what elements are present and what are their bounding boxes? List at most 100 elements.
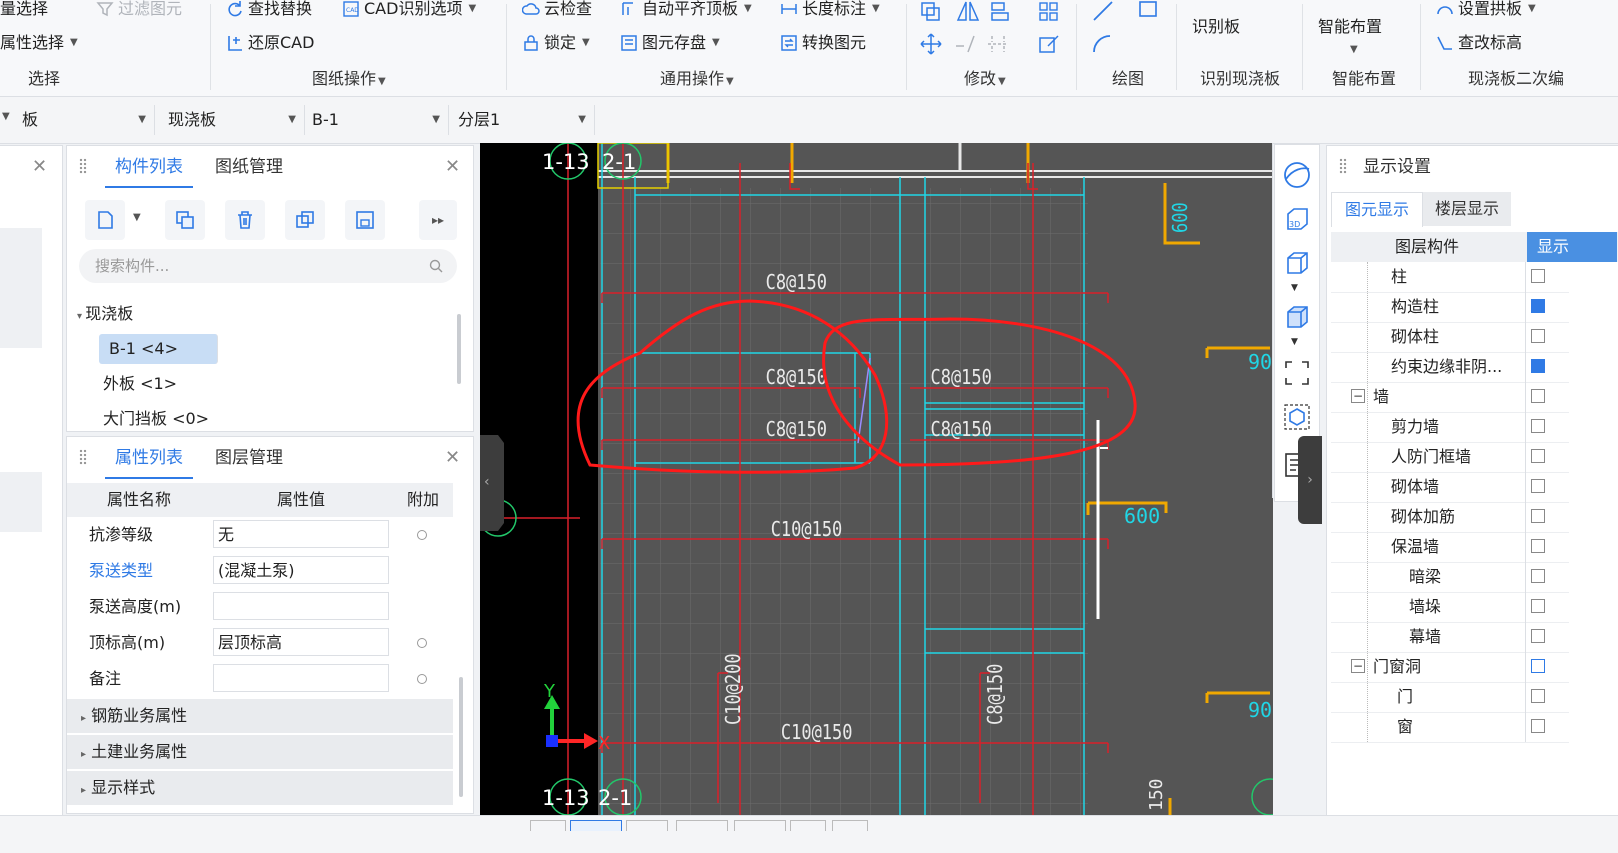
filter-elements-button[interactable]: 过滤图元 xyxy=(96,0,182,22)
save-element-button[interactable]: 图元存盘 ▼ xyxy=(620,30,720,56)
drag-handle-icon[interactable] xyxy=(1339,158,1347,174)
find-replace-button[interactable]: 查找替换 xyxy=(226,0,312,22)
cube-view-icon[interactable] xyxy=(1283,249,1311,277)
chevron-down-icon[interactable]: ▼ xyxy=(133,212,141,223)
expand-right-panel-button[interactable]: › xyxy=(1298,436,1322,524)
tab-drawing-manage[interactable]: 图纸管理 xyxy=(205,146,293,188)
collapse-icon[interactable]: − xyxy=(1351,389,1365,403)
chevron-down-icon[interactable]: ▼ xyxy=(1291,337,1298,347)
prop-value-field[interactable] xyxy=(213,664,389,692)
show-checkbox[interactable] xyxy=(1531,629,1545,643)
tab-component-list[interactable]: 构件列表 xyxy=(105,146,193,188)
new-component-button[interactable] xyxy=(85,200,125,240)
batch-select-button[interactable]: 量选择 xyxy=(0,0,48,22)
orbit-icon[interactable] xyxy=(1283,161,1311,189)
search-icon[interactable] xyxy=(429,259,443,273)
close-icon[interactable]: ✕ xyxy=(32,156,47,177)
show-checkbox[interactable] xyxy=(1531,359,1545,373)
prop-value-field[interactable]: (混凝土泵) xyxy=(213,556,389,584)
identify-slab-button[interactable]: 识别板 xyxy=(1192,14,1240,40)
show-checkbox[interactable] xyxy=(1531,689,1545,703)
status-button[interactable] xyxy=(734,820,786,831)
close-icon[interactable]: ✕ xyxy=(445,447,460,468)
box-select-icon[interactable] xyxy=(1283,403,1311,431)
status-button[interactable] xyxy=(832,820,868,831)
attach-radio[interactable] xyxy=(417,674,427,684)
convert-element-button[interactable]: 转换图元 xyxy=(780,30,866,56)
prop-value-field[interactable]: 层顶标高 xyxy=(213,628,389,656)
attr-select-button[interactable]: 属性选择 ▼ xyxy=(0,30,78,56)
arc-icon[interactable] xyxy=(1093,35,1111,53)
component-select[interactable]: B-1 ▼ xyxy=(312,105,449,135)
cad-drawing-canvas[interactable]: C8@150 C8@150 C8@150 C8@150 C8@150 C10@1… xyxy=(480,143,1273,815)
status-button[interactable] xyxy=(790,820,826,831)
attach-radio[interactable] xyxy=(417,530,427,540)
tab-layer-manage[interactable]: 图层管理 xyxy=(205,437,293,479)
drag-handle-icon[interactable] xyxy=(79,449,87,465)
show-checkbox[interactable] xyxy=(1531,449,1545,463)
more-button[interactable]: ▸▸ xyxy=(419,200,457,240)
prop-group-display[interactable]: ▸ 显示样式 xyxy=(67,771,453,805)
tree-item-outer-slab[interactable]: 外板 <1> xyxy=(103,369,177,399)
status-button[interactable] xyxy=(626,820,668,831)
show-checkbox[interactable] xyxy=(1531,269,1545,283)
show-checkbox[interactable] xyxy=(1531,389,1545,403)
prop-value-field[interactable] xyxy=(213,592,389,620)
align-icon[interactable] xyxy=(991,2,1009,21)
show-checkbox[interactable] xyxy=(1531,419,1545,433)
attach-radio[interactable] xyxy=(417,638,427,648)
mirror-icon[interactable] xyxy=(956,1,980,21)
category-select[interactable]: 现浇板 ▼ xyxy=(168,105,305,135)
line-icon[interactable] xyxy=(1093,1,1113,21)
prop-value-field[interactable]: 无 xyxy=(213,520,389,548)
tab-floor-display[interactable]: 楼层显示 xyxy=(1423,192,1511,226)
close-icon[interactable]: ✕ xyxy=(445,156,460,177)
nav-strip-item[interactable] xyxy=(0,472,42,532)
scrollbar[interactable] xyxy=(457,314,461,384)
delete-component-button[interactable] xyxy=(225,200,265,240)
show-checkbox[interactable] xyxy=(1531,719,1545,733)
set-arch-slab-button[interactable]: 设置拱板 ▼ xyxy=(1436,0,1536,22)
show-checkbox[interactable] xyxy=(1531,569,1545,583)
copy-component-button[interactable] xyxy=(165,200,205,240)
show-checkbox[interactable] xyxy=(1531,599,1545,613)
rect-icon[interactable] xyxy=(1139,1,1157,17)
layer-select[interactable]: 分层1 ▼ xyxy=(458,105,595,135)
show-checkbox[interactable] xyxy=(1531,479,1545,493)
prop-group-civil[interactable]: ▸ 土建业务属性 xyxy=(67,735,453,769)
solid-cube-icon[interactable] xyxy=(1283,303,1311,331)
move-icon[interactable] xyxy=(920,33,942,55)
show-checkbox[interactable] xyxy=(1531,539,1545,553)
status-button[interactable] xyxy=(676,820,728,831)
tree-item-b1[interactable]: B-1 <4> xyxy=(99,334,218,364)
restore-cad-button[interactable]: 还原CAD xyxy=(226,30,314,56)
tab-element-display[interactable]: 图元显示 xyxy=(1331,192,1423,227)
copy-icon[interactable] xyxy=(921,2,940,21)
collapse-icon[interactable]: − xyxy=(1351,659,1365,673)
length-dim-button[interactable]: 长度标注 ▼ xyxy=(780,0,880,22)
search-input[interactable]: 搜索构件... xyxy=(79,249,457,283)
cloud-check-button[interactable]: 云检查 xyxy=(522,0,592,22)
status-button[interactable] xyxy=(570,820,622,831)
show-checkbox[interactable] xyxy=(1531,509,1545,523)
smart-layout-button[interactable]: 智能布置 xyxy=(1318,14,1382,40)
scrollbar[interactable] xyxy=(459,677,463,797)
view-elevation-button[interactable]: 查改标高 xyxy=(1436,30,1522,56)
prop-group-rebar[interactable]: ▸ 钢筋业务属性 xyxy=(67,699,453,733)
drag-handle-icon[interactable] xyxy=(79,158,87,174)
show-checkbox[interactable] xyxy=(1531,659,1545,673)
tab-properties[interactable]: 属性列表 xyxy=(105,437,193,479)
nav-strip-item[interactable] xyxy=(0,228,42,348)
tree-item-gate-slab[interactable]: 大门挡板 <0> xyxy=(103,404,209,434)
duplicate-button[interactable] xyxy=(285,200,325,240)
tree-root[interactable]: ▾ 现浇板 xyxy=(77,299,133,329)
array-icon[interactable] xyxy=(1039,2,1058,21)
lock-button[interactable]: 锁定 ▼ xyxy=(522,30,590,56)
type-select[interactable]: 板 ▼ xyxy=(22,105,155,135)
save-component-button[interactable] xyxy=(345,200,385,240)
show-checkbox[interactable] xyxy=(1531,299,1545,313)
fit-view-icon[interactable] xyxy=(1283,359,1311,387)
chevron-down-icon[interactable]: ▼ xyxy=(1291,283,1298,293)
show-checkbox[interactable] xyxy=(1531,329,1545,343)
status-button[interactable] xyxy=(530,820,566,831)
